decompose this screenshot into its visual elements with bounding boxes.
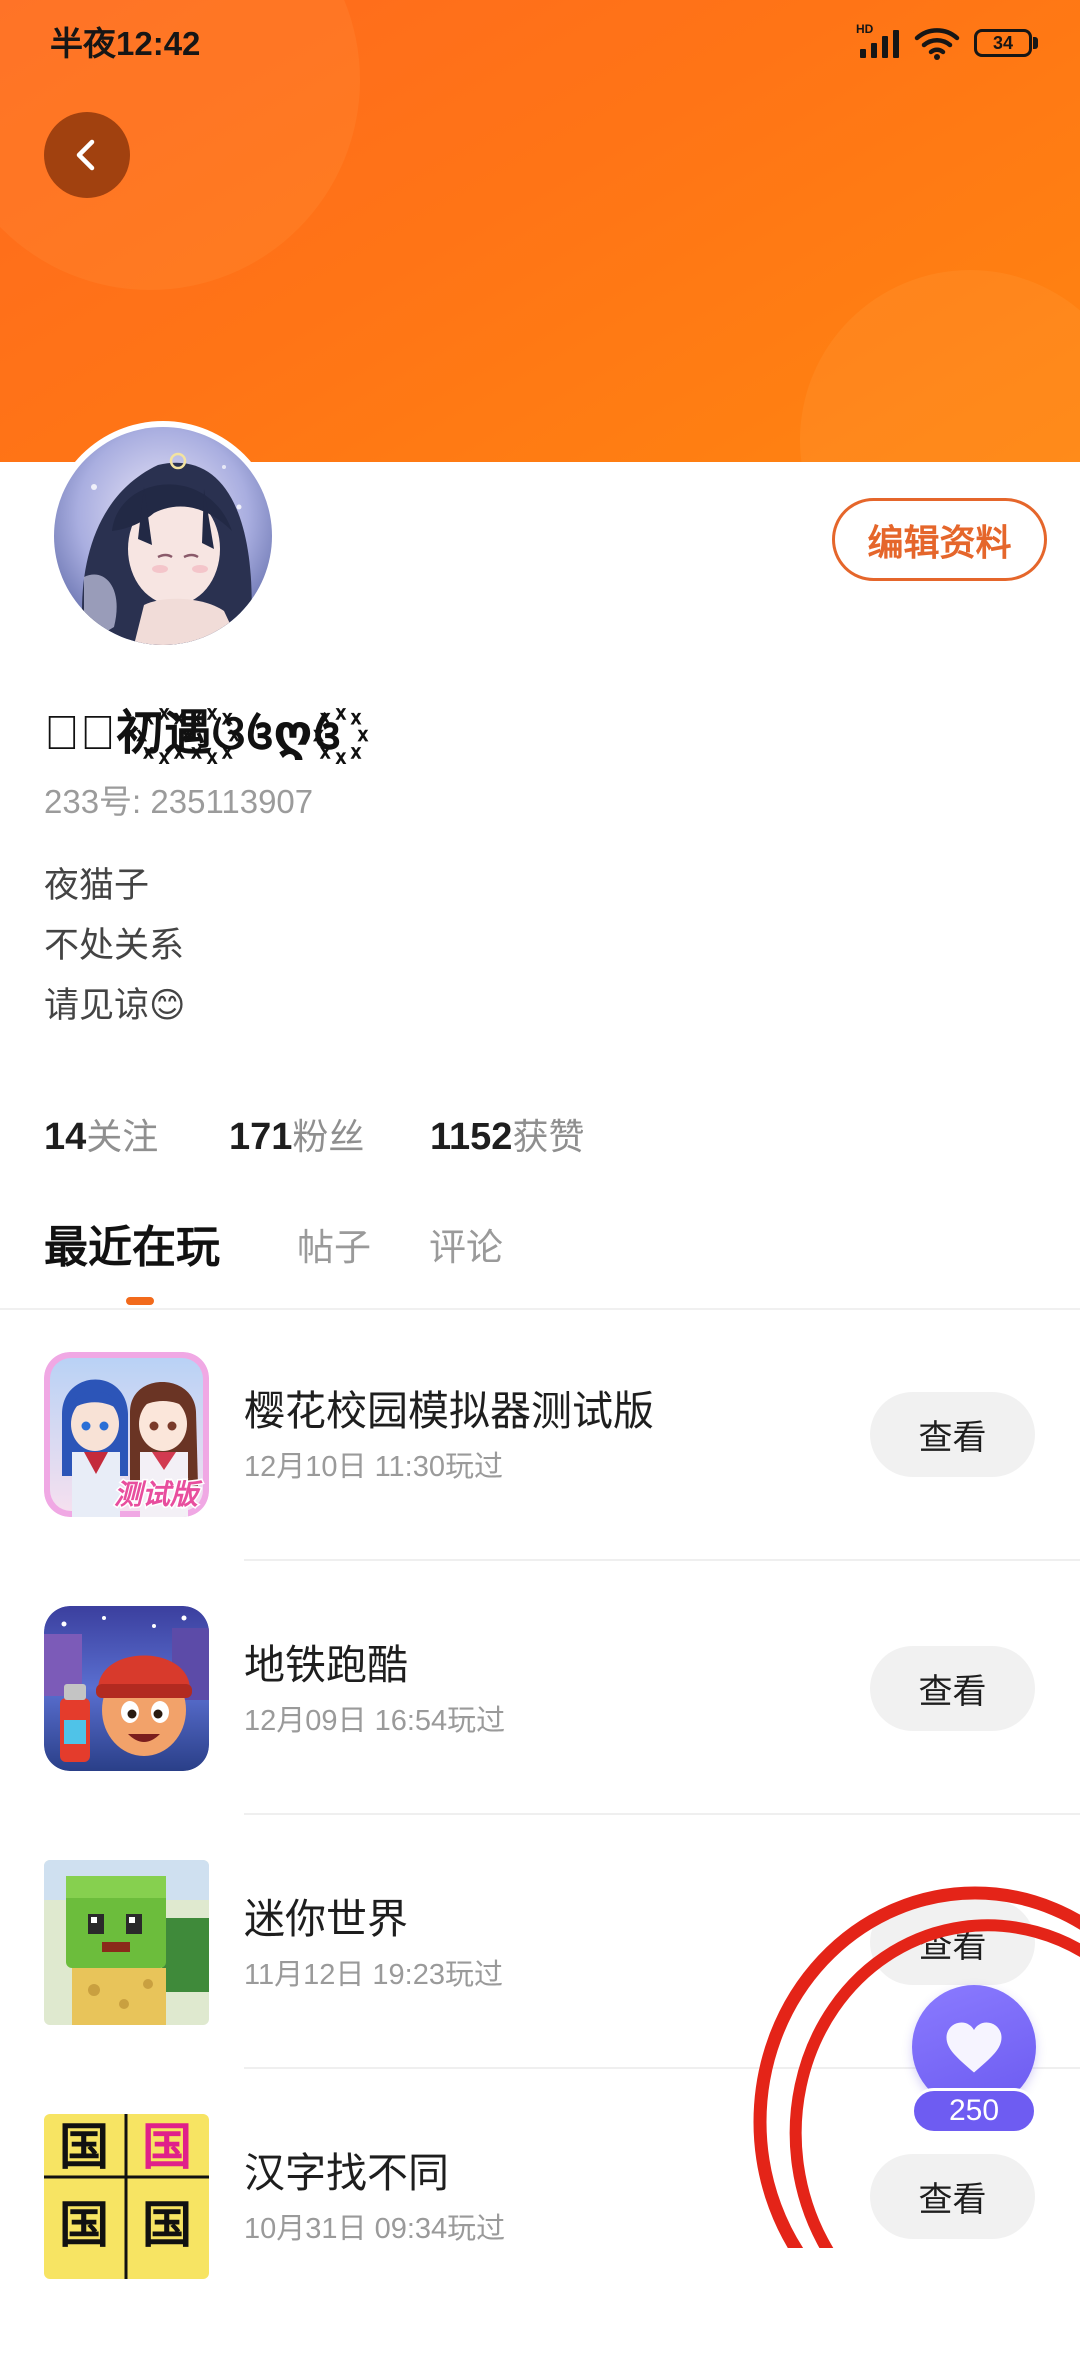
following-count: 14 — [44, 1116, 87, 1158]
game-icon — [44, 1860, 209, 2025]
view-button[interactable]: 查看 — [870, 1392, 1035, 1477]
followers-stat[interactable]: 171粉丝 — [229, 1113, 364, 1169]
red-circle-annotation — [753, 1886, 1080, 2248]
status-time: 半夜12:42 — [50, 25, 201, 62]
last-played: 12月09日 16:54玩过 — [244, 1705, 506, 1737]
cellular-signal-icon: HD — [856, 23, 902, 60]
avatar-image — [54, 427, 272, 645]
banner-decoration — [800, 270, 1080, 462]
game-icon: 国 国 国 国 — [44, 2114, 209, 2279]
icon-character: 国 — [59, 2119, 109, 2175]
icon-character: 国 — [142, 2119, 192, 2175]
last-played: 11月12日 19:23玩过 — [244, 1959, 503, 1991]
view-button[interactable]: 查看 — [870, 1646, 1035, 1731]
active-tab-indicator — [126, 1297, 154, 1305]
wifi-icon — [914, 28, 960, 60]
battery-level: 34 — [992, 33, 1014, 53]
bio: 夜猫子 不处关系 请见谅😊 — [44, 856, 186, 1036]
username: 𝓜ꦿ初꙰遇꙰ଓ꧔ღ꧔꙰ — [44, 707, 341, 760]
edit-profile-button[interactable]: 编辑资料 — [832, 498, 1047, 581]
likes-count: 1152 — [430, 1116, 513, 1158]
game-title: 汉字找不同 — [244, 2150, 449, 2196]
tab-recently-played[interactable]: 最近在玩 — [44, 1223, 220, 1273]
game-icon — [44, 1606, 209, 1771]
back-button[interactable] — [44, 112, 130, 198]
game-title: 樱花校园模拟器测试版 — [244, 1388, 654, 1434]
tab-comments[interactable]: 评论 — [429, 1223, 503, 1273]
bio-line: 不处关系 — [44, 926, 185, 965]
list-item[interactable]: 地铁跑酷 12月09日 16:54玩过 查看 — [0, 1606, 1080, 1860]
user-id: 233号: 235113907 — [44, 783, 314, 820]
bio-line: 请见谅😊 — [44, 986, 186, 1025]
last-played: 12月10日 11:30玩过 — [244, 1451, 503, 1483]
likes-stat[interactable]: 1152获赞 — [430, 1113, 584, 1169]
game-icon-badge: 测试版 — [114, 1479, 203, 1510]
row-divider — [244, 1813, 1080, 1815]
icon-character: 国 — [142, 2197, 192, 2253]
tabs-divider — [0, 1308, 1080, 1310]
followers-label: 粉丝 — [292, 1116, 365, 1157]
battery-nub — [1033, 37, 1038, 49]
avatar[interactable] — [48, 421, 278, 651]
subway-surfers-game-icon — [44, 1606, 209, 1771]
hanzi-find-difference-game-icon: 国 国 国 国 — [44, 2114, 209, 2279]
bio-line: 夜猫子 — [44, 866, 150, 905]
signal-bars-icon — [860, 30, 899, 58]
profile-banner — [0, 0, 1080, 462]
chevron-left-icon — [76, 139, 95, 171]
mini-world-game-icon — [44, 1860, 209, 2025]
following-label: 关注 — [86, 1116, 159, 1157]
icon-character: 国 — [59, 2197, 109, 2253]
following-stat[interactable]: 14关注 — [44, 1113, 158, 1169]
battery-icon: 34 — [974, 29, 1032, 57]
game-icon: 测试版 — [44, 1352, 209, 1517]
game-title: 地铁跑酷 — [244, 1642, 408, 1688]
game-title: 迷你世界 — [244, 1896, 408, 1942]
likes-label: 获赞 — [512, 1116, 585, 1157]
row-divider — [244, 1559, 1080, 1561]
sakura-school-game-icon: 测试版 — [44, 1352, 209, 1517]
list-item[interactable]: 测试版 樱花校园模拟器测试版 12月10日 11:30玩过 查看 — [0, 1352, 1080, 1606]
last-played: 10月31日 09:34玩过 — [244, 2213, 506, 2245]
followers-count: 171 — [229, 1116, 293, 1158]
tab-posts[interactable]: 帖子 — [297, 1223, 371, 1273]
